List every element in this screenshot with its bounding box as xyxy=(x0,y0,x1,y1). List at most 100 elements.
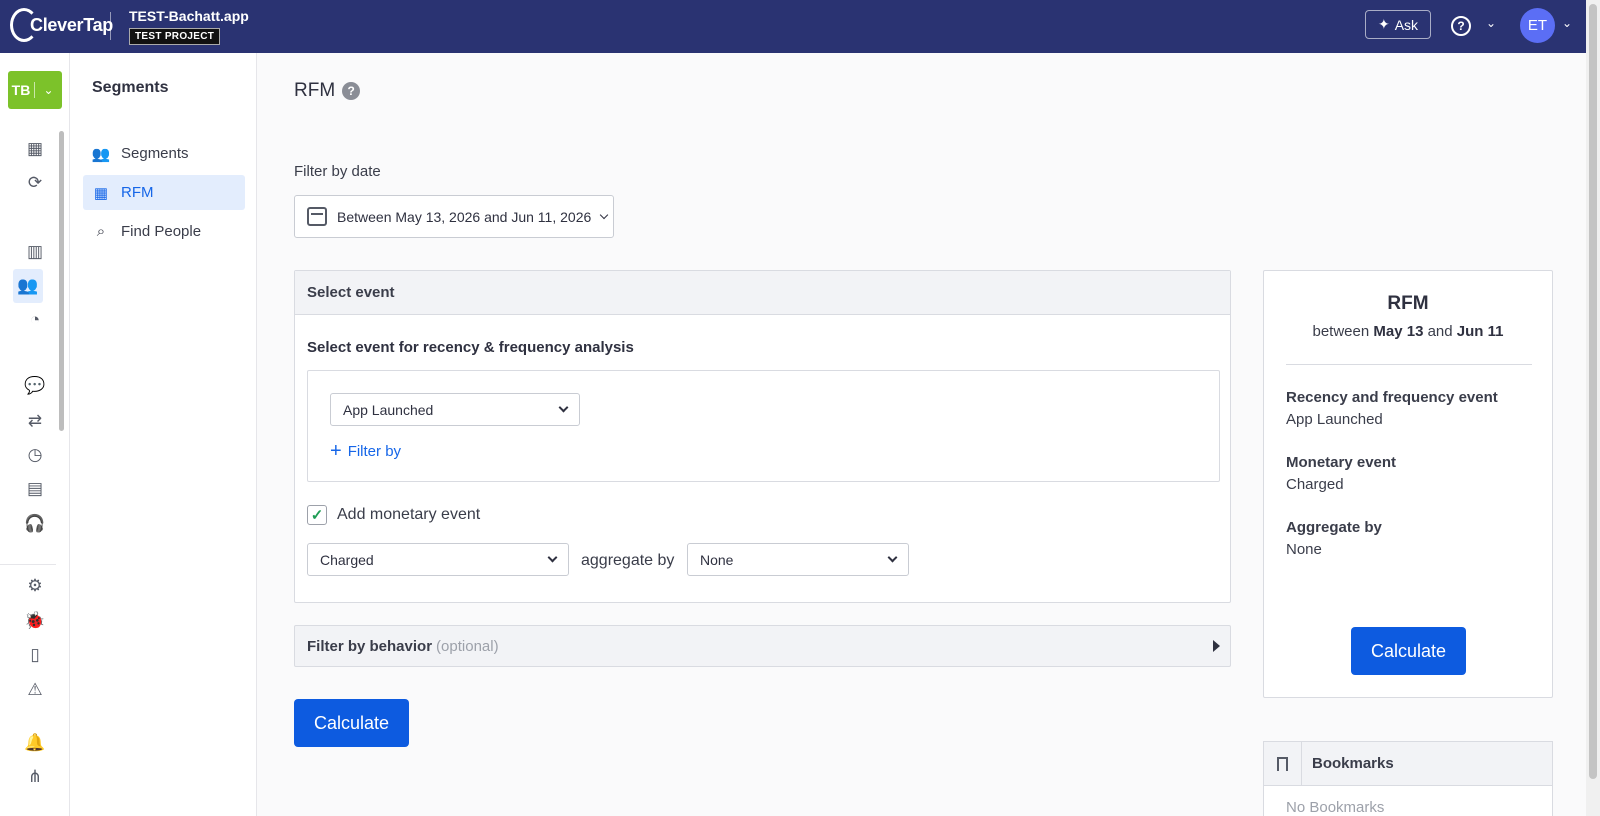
monetary-checkbox[interactable]: ✓ xyxy=(307,505,327,525)
subnav-item-find-people[interactable]: ⌕ Find People xyxy=(83,214,245,249)
subnav-item-label: Find People xyxy=(121,223,202,240)
grid-icon: ▦ xyxy=(93,184,109,202)
summary-title: RFM xyxy=(1387,293,1429,314)
date-range-text: Between May 13, 2026 and Jun 11, 2026 xyxy=(337,208,592,225)
chevron-down-icon xyxy=(600,210,609,219)
help-icon[interactable]: ? xyxy=(342,82,361,100)
bookmarks-header: Bookmarks xyxy=(1264,741,1552,786)
test-project-badge: TEST PROJECT xyxy=(129,28,221,45)
aggregate-by-label: aggregate by xyxy=(581,552,675,569)
alert-icon[interactable]: ⚠ xyxy=(22,677,48,703)
scrollbar-thumb[interactable] xyxy=(1589,4,1597,779)
chevron-down-icon: ⌄ xyxy=(43,83,54,97)
calendar-icon xyxy=(307,207,327,226)
sparkle-icon: ✦ xyxy=(1377,16,1390,32)
panel-subheading: Select event for recency & frequency ana… xyxy=(307,339,634,356)
subnav-title: Segments xyxy=(92,79,169,96)
monetary-event-select[interactable]: Charged xyxy=(307,543,569,576)
segments-icon[interactable]: 👥 xyxy=(13,269,43,303)
recency-key: Recency and frequency event xyxy=(1286,389,1498,406)
settings-icon[interactable]: ⚙ xyxy=(22,573,48,599)
rail-divider xyxy=(0,564,56,565)
journeys-icon[interactable]: ⇄ xyxy=(22,408,48,434)
aggregate-select-value: None xyxy=(700,551,734,568)
bookmarks-empty-text: No Bookmarks xyxy=(1286,799,1385,816)
monetary-value: Charged xyxy=(1286,476,1344,493)
aggregate-select[interactable]: None xyxy=(687,543,909,576)
chevron-down-icon xyxy=(887,552,898,563)
project-initials: TB xyxy=(8,82,35,98)
schedule-icon[interactable]: ◷ xyxy=(22,442,48,468)
range-start: May 13 xyxy=(1373,323,1424,340)
segments-subnav: Segments 👥 Segments ▦ RFM ⌕ Find People xyxy=(70,53,257,816)
analytics-icon[interactable]: ⟳ xyxy=(22,170,48,196)
summary-range: between May 13 and Jun 11 xyxy=(1264,323,1552,340)
page-scrollbar[interactable] xyxy=(1586,0,1600,816)
aggregate-key: Aggregate by xyxy=(1286,519,1382,536)
subnav-item-label: RFM xyxy=(121,184,154,201)
help-icon[interactable]: ? xyxy=(1451,16,1471,36)
filter-by-behavior-toggle[interactable]: Filter by behavior (optional) xyxy=(294,625,1231,667)
icon-rail: TB ⌄ ▦ ⟳ ▥ 👥 ◔ 💬 ⇄ ◷ ▤ 🎧 ⚙ 🐞 ▯ ⚠ 🔔 ⋔ xyxy=(0,53,70,816)
rail-scrollbar[interactable] xyxy=(59,131,64,431)
monetary-checkbox-label: Add monetary event xyxy=(337,506,481,523)
topbar-divider xyxy=(110,12,111,40)
range-prefix: between xyxy=(1312,323,1370,340)
range-and: and xyxy=(1427,323,1453,340)
bookmarks-title: Bookmarks xyxy=(1312,755,1394,772)
event-select-value: App Launched xyxy=(343,401,434,418)
bar-chart-icon[interactable]: ▥ xyxy=(22,239,48,265)
chevron-down-icon xyxy=(558,402,569,413)
messages-icon[interactable]: 💬 xyxy=(22,373,48,399)
clevertap-logo[interactable]: CleverTap xyxy=(10,8,113,42)
event-select[interactable]: App Launched xyxy=(330,393,580,426)
page-title-text: RFM xyxy=(294,80,336,101)
project-switcher-button[interactable]: TB ⌄ xyxy=(8,71,62,109)
summary-calculate-button[interactable]: Calculate xyxy=(1351,627,1466,675)
chevron-down-icon xyxy=(547,552,558,563)
panel-header: Select event xyxy=(295,271,1230,315)
debug-icon[interactable]: 🐞 xyxy=(22,608,48,634)
support-icon[interactable]: 🎧 xyxy=(22,511,48,537)
monetary-select-value: Charged xyxy=(320,551,374,568)
filter-by-label: Filter by xyxy=(347,442,402,460)
bookmarks-card: Bookmarks No Bookmarks xyxy=(1263,741,1553,816)
avatar[interactable]: ET xyxy=(1520,8,1555,43)
page-title: RFM ? xyxy=(294,80,361,102)
behavior-optional-label: (optional) xyxy=(436,637,499,655)
ask-label: Ask xyxy=(1394,16,1419,33)
event-box: App Launched + Filter by xyxy=(307,370,1220,482)
plus-icon: + xyxy=(330,440,342,462)
users-icon: 👥 xyxy=(91,145,111,163)
recency-value: App Launched xyxy=(1286,411,1383,428)
insights-icon[interactable]: ◔ xyxy=(22,307,48,333)
ask-button[interactable]: ✦ Ask xyxy=(1365,10,1431,39)
monetary-key: Monetary event xyxy=(1286,454,1397,471)
caret-right-icon xyxy=(1213,640,1220,652)
catalog-icon[interactable]: ▤ xyxy=(22,476,48,502)
find-people-icon: ⌕ xyxy=(96,223,106,240)
behavior-label: Filter by behavior xyxy=(307,637,433,655)
notifications-icon[interactable]: 🔔 xyxy=(22,730,48,756)
range-end: Jun 11 xyxy=(1456,323,1504,340)
calculate-button[interactable]: Calculate xyxy=(294,699,409,747)
docs-icon[interactable]: ▯ xyxy=(22,642,48,668)
chevron-down-icon[interactable]: ⌄ xyxy=(1562,16,1572,30)
app-name[interactable]: TEST-Bachatt.app xyxy=(129,8,249,24)
filter-by-date-label: Filter by date xyxy=(294,163,381,180)
subnav-item-label: Segments xyxy=(121,145,189,162)
dashboard-icon[interactable]: ▦ xyxy=(22,136,48,162)
chevron-down-icon[interactable]: ⌄ xyxy=(1486,16,1496,30)
top-bar: CleverTap TEST-Bachatt.app TEST PROJECT … xyxy=(0,0,1586,53)
monetary-checkbox-row[interactable]: ✓ Add monetary event xyxy=(307,505,480,525)
bookmark-icon[interactable] xyxy=(1264,741,1302,786)
date-range-picker[interactable]: Between May 13, 2026 and Jun 11, 2026 xyxy=(294,195,614,238)
subnav-item-segments[interactable]: 👥 Segments xyxy=(83,136,245,171)
aggregate-value: None xyxy=(1286,541,1322,558)
sitemap-icon[interactable]: ⋔ xyxy=(22,764,48,790)
rfm-summary-card: RFM between May 13 and Jun 11 Recency an… xyxy=(1263,270,1553,698)
brand-name: CleverTap xyxy=(30,14,114,35)
filter-by-link[interactable]: + Filter by xyxy=(330,441,401,461)
summary-divider xyxy=(1286,364,1532,365)
subnav-item-rfm[interactable]: ▦ RFM xyxy=(83,175,245,210)
